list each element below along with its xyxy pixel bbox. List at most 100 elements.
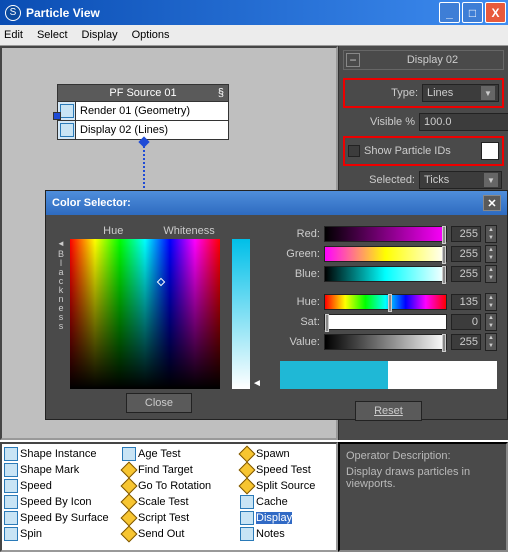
operator-item[interactable]: Send Out	[122, 526, 240, 542]
test-icon	[240, 447, 254, 461]
operator-description-panel: Operator Description: Display draws part…	[338, 442, 508, 552]
operator-icon	[4, 511, 18, 525]
operator-label: Notes	[256, 528, 285, 540]
value-label: Value:	[280, 336, 320, 348]
whiteness-slider[interactable]	[232, 239, 250, 389]
operator-label: Cache	[256, 496, 288, 508]
node-header[interactable]: PF Source 01	[58, 85, 228, 101]
operator-label: Find Target	[138, 464, 193, 476]
node-row-render[interactable]: Render 01 (Geometry)	[58, 101, 228, 120]
app-icon: S	[5, 5, 21, 21]
operator-label: Scale Test	[138, 496, 189, 508]
value-value[interactable]: 255	[451, 334, 481, 350]
operator-item[interactable]: Shape Mark	[4, 462, 122, 478]
operator-icon	[240, 527, 254, 541]
operator-item[interactable]: Go To Rotation	[122, 478, 240, 494]
operator-icon	[240, 511, 254, 525]
value-spinner[interactable]: ▲▼	[485, 333, 497, 351]
panel-header[interactable]: − Display 02	[343, 50, 504, 70]
operator-item[interactable]: Scale Test	[122, 494, 240, 510]
operator-label: Split Source	[256, 480, 315, 492]
menu-options[interactable]: Options	[132, 29, 170, 41]
operator-palette[interactable]: Shape Instance Shape Mark SpeedSpeed By Ic…	[0, 442, 338, 552]
hue-slider[interactable]	[324, 294, 447, 310]
sat-value[interactable]: 0	[451, 314, 481, 330]
hue-spinner[interactable]: ▲▼	[485, 293, 497, 311]
color-field[interactable]	[70, 239, 220, 389]
blue-value[interactable]: 255	[451, 266, 481, 282]
green-slider[interactable]	[324, 246, 447, 262]
blue-spinner[interactable]: ▲▼	[485, 265, 497, 283]
minimize-button[interactable]: _	[439, 2, 460, 23]
operator-icon	[4, 463, 18, 477]
operator-item[interactable]: Cache	[240, 494, 338, 510]
operator-label: Send Out	[138, 528, 184, 540]
close-button[interactable]: X	[485, 2, 506, 23]
cs-close-button[interactable]: ✕	[483, 195, 501, 211]
window-title: Particle View	[26, 6, 437, 20]
menu-edit[interactable]: Edit	[4, 29, 23, 41]
blue-slider[interactable]	[324, 266, 447, 282]
reset-button[interactable]: Reset	[355, 401, 422, 421]
preview-old[interactable]	[280, 361, 389, 389]
collapse-icon[interactable]: −	[346, 53, 360, 67]
green-spinner[interactable]: ▲▼	[485, 245, 497, 263]
operator-item[interactable]: Spawn	[240, 446, 338, 462]
operator-item[interactable]: Speed By Surface	[4, 510, 122, 526]
hue-value[interactable]: 135	[451, 294, 481, 310]
test-icon	[122, 511, 136, 525]
operator-item[interactable]: Split Source	[240, 478, 338, 494]
operator-label: Display	[256, 512, 292, 524]
red-value[interactable]: 255	[451, 226, 481, 242]
whiteness-label: Whiteness	[163, 225, 214, 237]
menu-select[interactable]: Select	[37, 29, 68, 41]
operator-item[interactable]: Speed By Icon	[4, 494, 122, 510]
operator-item[interactable]: Speed Test	[240, 462, 338, 478]
red-spinner[interactable]: ▲▼	[485, 225, 497, 243]
menu-bar: Edit Select Display Options	[0, 25, 508, 46]
test-icon	[122, 527, 136, 541]
show-ids-checkbox[interactable]	[348, 145, 360, 157]
operator-item[interactable]: Age Test	[122, 446, 240, 462]
operator-label: Go To Rotation	[138, 480, 211, 492]
preview-new[interactable]	[388, 361, 497, 389]
id-color-swatch[interactable]	[481, 142, 499, 160]
color-marker[interactable]	[157, 278, 165, 286]
operator-icon	[240, 495, 254, 509]
operator-item[interactable]: Find Target	[122, 462, 240, 478]
value-slider[interactable]	[324, 334, 447, 350]
visible-input[interactable]	[419, 113, 508, 131]
red-slider[interactable]	[324, 226, 447, 242]
test-icon	[122, 463, 136, 477]
color-selector-dialog: Color Selector: ✕ Hue Whiteness Blacknes…	[45, 190, 508, 420]
operator-label: Spawn	[256, 448, 290, 460]
operator-item[interactable]: Shape Instance	[4, 446, 122, 462]
green-value[interactable]: 255	[451, 246, 481, 262]
pf-source-node[interactable]: PF Source 01 Render 01 (Geometry) Displa…	[57, 84, 229, 140]
operator-item[interactable]: Speed	[4, 478, 122, 494]
sat-slider[interactable]	[324, 314, 447, 330]
blue-label: Blue:	[280, 268, 320, 280]
showids-highlight: Show Particle IDs	[343, 136, 504, 166]
cs-titlebar[interactable]: Color Selector: ✕	[46, 191, 507, 215]
operator-item[interactable]: Script Test	[122, 510, 240, 526]
sat-spinner[interactable]: ▲▼	[485, 313, 497, 331]
display-icon	[58, 121, 76, 139]
operator-icon	[122, 447, 136, 461]
operator-item[interactable]: Display	[240, 510, 338, 526]
operator-item[interactable]: Spin	[4, 526, 122, 542]
operator-item[interactable]: Notes	[240, 526, 338, 542]
operator-label: Speed By Surface	[20, 512, 109, 524]
type-select[interactable]: Lines	[422, 84, 499, 102]
operator-icon	[4, 479, 18, 493]
menu-display[interactable]: Display	[82, 29, 118, 41]
selected-select[interactable]: Ticks	[419, 171, 502, 189]
cs-close-btn[interactable]: Close	[126, 393, 192, 413]
maximize-button[interactable]: □	[462, 2, 483, 23]
color-preview	[280, 361, 497, 389]
operator-label: Shape Mark	[20, 464, 79, 476]
operator-label: Age Test	[138, 448, 181, 460]
node-input-connector[interactable]	[53, 112, 61, 120]
red-label: Red:	[280, 228, 320, 240]
operator-icon	[4, 447, 18, 461]
